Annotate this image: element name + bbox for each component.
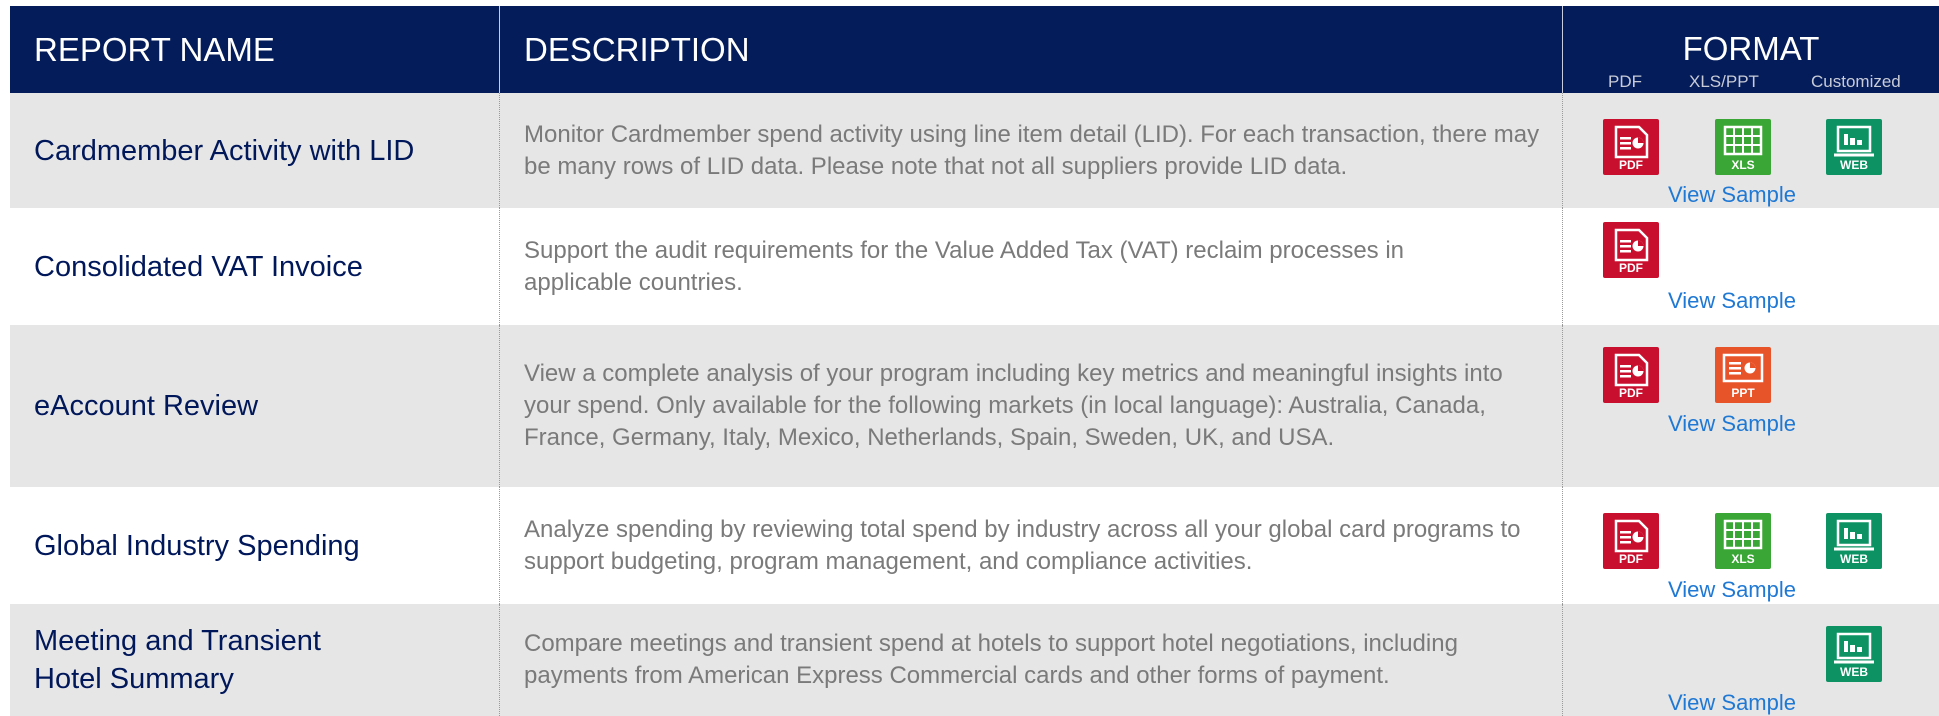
table-row: Consolidated VAT Invoice Support the aud…: [10, 208, 1939, 325]
header-format: FORMAT PDF XLS/PPT Customized: [1563, 6, 1939, 93]
pdf-icon[interactable]: PDF: [1603, 513, 1659, 569]
table-row: eAccount Review View a complete analysis…: [10, 325, 1939, 487]
header-format-title: FORMAT: [1682, 30, 1820, 67]
header-description: DESCRIPTION: [500, 6, 1563, 93]
view-sample-link[interactable]: View Sample: [1668, 690, 1796, 716]
header-report-name: REPORT NAME: [10, 6, 500, 93]
header-sub-customized: Customized: [1811, 72, 1901, 91]
pdf-icon-label: PDF: [1619, 158, 1643, 172]
pdf-icon[interactable]: PDF: [1603, 347, 1659, 403]
report-description: Analyze spending by reviewing total spen…: [524, 515, 1521, 575]
reports-table: REPORT NAME DESCRIPTION FORMAT PDF XLS/P…: [10, 6, 1939, 716]
header-sub-pdf: PDF: [1608, 72, 1642, 91]
pdf-icon-label: PDF: [1619, 552, 1643, 566]
table-header: REPORT NAME DESCRIPTION FORMAT PDF XLS/P…: [10, 6, 1939, 93]
report-description: Monitor Cardmember spend activity using …: [524, 120, 1540, 180]
ppt-icon[interactable]: PPT: [1715, 347, 1771, 403]
view-sample-link[interactable]: View Sample: [1668, 182, 1796, 208]
report-name: Global Industry Spending: [34, 529, 360, 562]
xls-icon-label: XLS: [1731, 158, 1755, 172]
web-icon[interactable]: WEB: [1826, 626, 1882, 682]
pdf-icon-label: PDF: [1619, 261, 1643, 275]
header-sub-xls-ppt: XLS/PPT: [1689, 72, 1759, 91]
web-icon-label: WEB: [1840, 665, 1868, 679]
web-icon-label: WEB: [1840, 552, 1868, 566]
pdf-icon[interactable]: PDF: [1603, 119, 1659, 175]
ppt-icon-label: PPT: [1731, 386, 1755, 400]
report-description: Compare meetings and transient spend at …: [524, 630, 1458, 689]
web-icon[interactable]: WEB: [1826, 119, 1882, 175]
web-icon-label: WEB: [1840, 158, 1868, 172]
report-name: Cardmember Activity with LID: [34, 134, 415, 167]
report-description: View a complete analysis of your program…: [524, 360, 1503, 451]
view-sample-link[interactable]: View Sample: [1668, 577, 1796, 603]
view-sample-link[interactable]: View Sample: [1668, 411, 1796, 437]
table-row: Meeting and Transient Hotel Summary Comp…: [10, 604, 1939, 716]
pdf-icon-label: PDF: [1619, 386, 1643, 400]
table-row: Cardmember Activity with LID Monitor Car…: [10, 93, 1939, 208]
report-name: eAccount Review: [34, 390, 259, 422]
xls-icon[interactable]: XLS: [1715, 119, 1771, 175]
web-icon[interactable]: WEB: [1826, 513, 1882, 569]
xls-icon[interactable]: XLS: [1715, 513, 1771, 569]
view-sample-link[interactable]: View Sample: [1668, 288, 1796, 314]
xls-icon-label: XLS: [1731, 552, 1755, 566]
pdf-icon[interactable]: PDF: [1603, 222, 1659, 278]
report-name: Meeting and Transient Hotel Summary: [34, 625, 321, 695]
table-row: Global Industry Spending Analyze spendin…: [10, 487, 1939, 604]
report-description: Support the audit requirements for the V…: [524, 236, 1405, 296]
report-name: Consolidated VAT Invoice: [34, 250, 363, 283]
